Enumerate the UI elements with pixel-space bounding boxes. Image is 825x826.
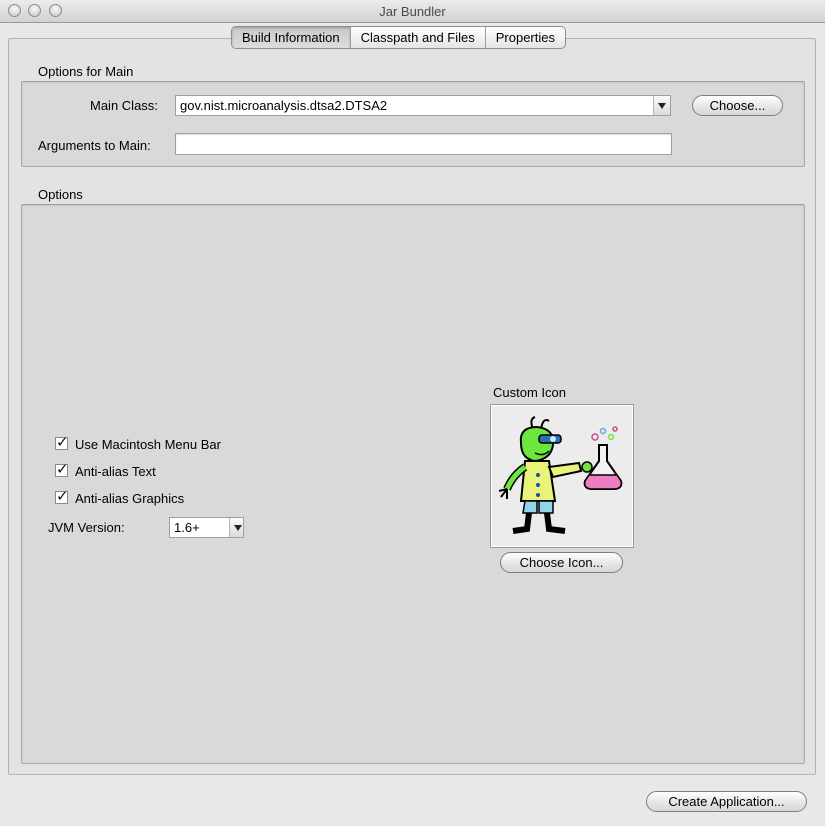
use-mac-menu-bar-checkbox[interactable]	[55, 433, 69, 451]
arguments-label: Arguments to Main:	[38, 138, 151, 153]
tab-build-information[interactable]: Build Information	[232, 27, 350, 48]
options-for-main-title: Options for Main	[38, 64, 134, 79]
anti-alias-text-checkbox[interactable]	[55, 460, 69, 478]
arguments-input[interactable]	[175, 133, 672, 155]
anti-alias-graphics-label: Anti-alias Graphics	[75, 491, 185, 506]
tab-classpath-and-files[interactable]: Classpath and Files	[349, 27, 485, 48]
dropdown-arrow-icon[interactable]	[653, 96, 670, 115]
window-title: Jar Bundler	[379, 4, 446, 19]
jvm-version-label: JVM Version:	[48, 520, 125, 535]
create-application-button[interactable]: Create Application...	[646, 791, 807, 812]
main-class-value: gov.nist.microanalysis.dtsa2.DTSA2	[180, 98, 388, 113]
alien-scientist-icon	[498, 416, 623, 534]
anti-alias-graphics-checkbox[interactable]	[55, 487, 69, 505]
main-class-label: Main Class:	[90, 98, 158, 113]
options-group	[21, 204, 805, 764]
dropdown-arrow-icon[interactable]	[229, 518, 243, 537]
custom-icon-well[interactable]	[490, 404, 634, 548]
tab-properties[interactable]: Properties	[484, 27, 565, 48]
choose-icon-button[interactable]: Choose Icon...	[500, 552, 623, 573]
main-class-combobox[interactable]: gov.nist.microanalysis.dtsa2.DTSA2	[175, 95, 671, 116]
choose-main-class-button[interactable]: Choose...	[692, 95, 783, 116]
use-mac-menu-bar-label: Use Macintosh Menu Bar	[75, 437, 221, 452]
options-title: Options	[38, 187, 83, 202]
anti-alias-text-label: Anti-alias Text	[75, 464, 156, 479]
title-bar: Jar Bundler	[0, 0, 825, 23]
jvm-version-value: 1.6+	[174, 520, 200, 535]
jvm-version-select[interactable]: 1.6+	[169, 517, 244, 538]
tab-bar: Build Information Classpath and Files Pr…	[231, 26, 566, 49]
custom-icon-label: Custom Icon	[493, 385, 566, 400]
